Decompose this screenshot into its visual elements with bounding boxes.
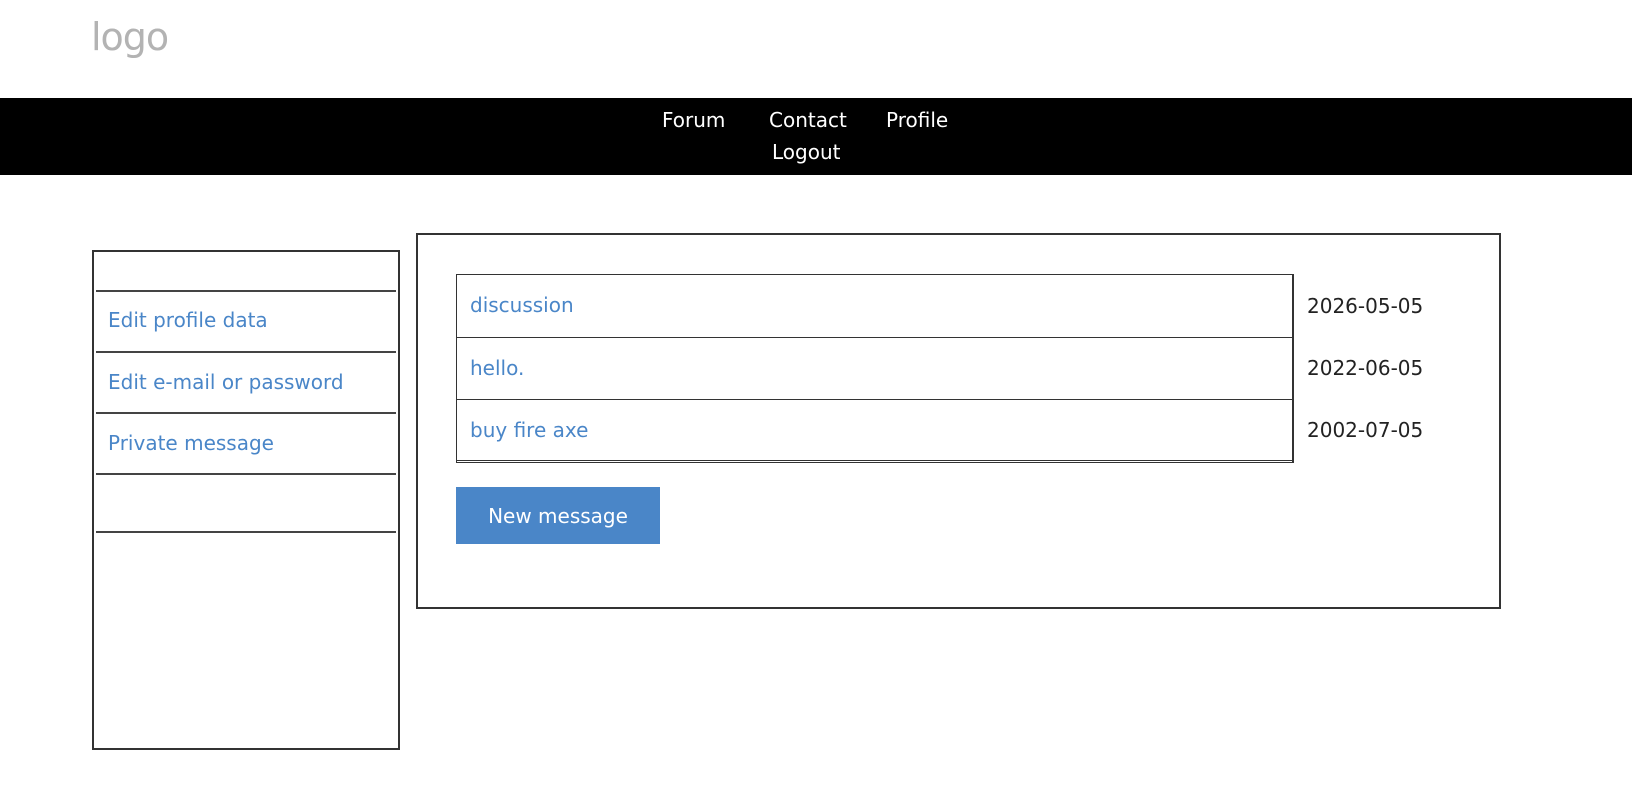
message-row[interactable]: buy fire axe (457, 399, 1292, 461)
message-subject-link[interactable]: discussion (470, 293, 574, 317)
sidebar-item-edit-profile[interactable]: Edit profile data (108, 308, 268, 332)
new-message-button[interactable]: New message (456, 487, 660, 544)
sidebar-divider (96, 351, 396, 353)
nav-contact-link[interactable]: Contact (769, 108, 847, 132)
message-subject-link[interactable]: hello. (470, 356, 524, 380)
profile-sidebar: Edit profile data Edit e-mail or passwor… (92, 250, 400, 750)
message-row[interactable]: discussion (457, 275, 1292, 337)
message-list: discussion hello. buy fire axe (456, 274, 1294, 463)
sidebar-item-edit-email-password[interactable]: Edit e-mail or password (108, 370, 344, 394)
logo: logo (91, 15, 169, 59)
message-subject-link[interactable]: buy fire axe (470, 418, 588, 442)
sidebar-divider (96, 473, 396, 475)
nav-forum-link[interactable]: Forum (662, 108, 725, 132)
main-navbar: Forum Contact Profile Logout (0, 98, 1632, 175)
nav-profile-link[interactable]: Profile (886, 108, 948, 132)
sidebar-item-private-message[interactable]: Private message (108, 431, 274, 455)
message-date: 2026-05-05 (1307, 294, 1424, 318)
sidebar-divider (96, 412, 396, 414)
nav-logout-link[interactable]: Logout (772, 140, 840, 164)
sidebar-divider (96, 290, 396, 292)
messages-panel: discussion hello. buy fire axe 2026-05-0… (416, 233, 1501, 609)
message-date: 2022-06-05 (1307, 356, 1424, 380)
message-date: 2002-07-05 (1307, 418, 1424, 442)
message-row[interactable]: hello. (457, 337, 1292, 399)
sidebar-divider (96, 531, 396, 533)
